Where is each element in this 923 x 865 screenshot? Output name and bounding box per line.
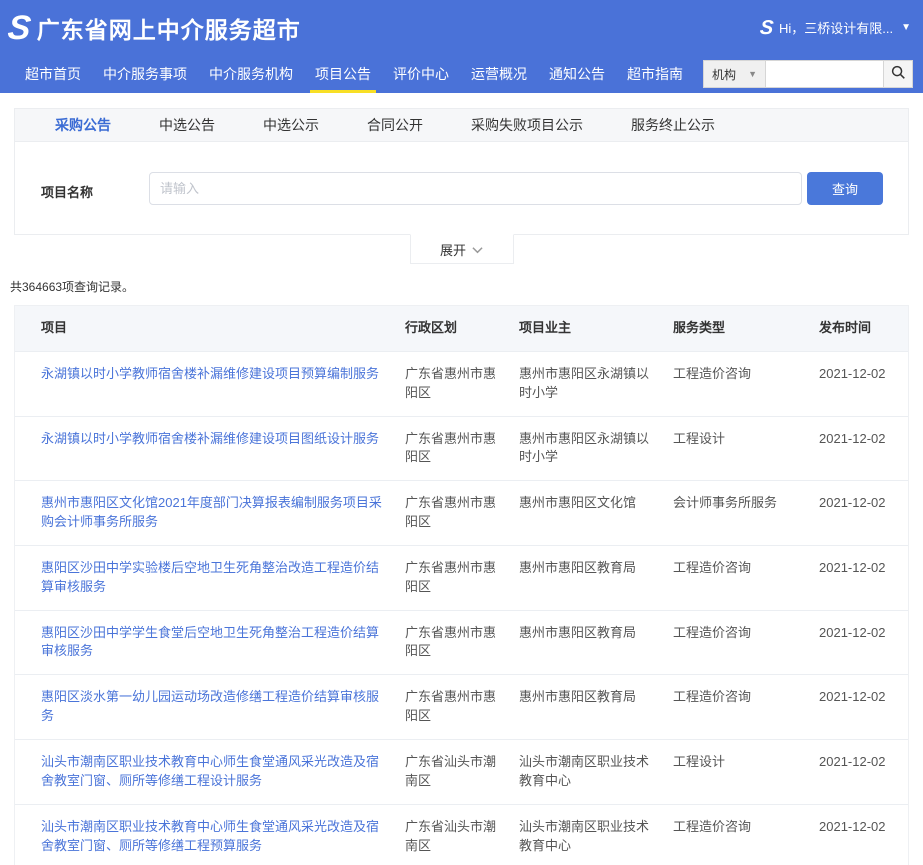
top-header: S 广东省网上中介服务超市 S Hi，三桥设计有限... ▼ [0, 0, 923, 55]
publish-date-cell: 2021-12-02 [819, 546, 908, 610]
publish-date-cell: 2021-12-02 [819, 675, 908, 739]
column-header-publish-date: 发布时间 [819, 306, 908, 351]
region-cell: 广东省汕头市潮南区 [405, 805, 519, 865]
nav-items: 超市首页 中介服务事项 中介服务机构 项目公告 评价中心 运营概况 通知公告 超… [14, 55, 800, 93]
nav-item-operations-overview[interactable]: 运营概况 [460, 55, 538, 93]
nav-item-notices[interactable]: 通知公告 [538, 55, 616, 93]
filter-panel: 采购公告 中选公告 中选公示 合同公开 采购失败项目公示 服务终止公示 项目名称… [14, 108, 909, 235]
owner-cell: 惠州市惠阳区教育局 [519, 546, 673, 610]
publish-date-cell: 2021-12-02 [819, 805, 908, 865]
owner-cell: 惠州市惠阳区永湖镇以时小学 [519, 417, 673, 481]
nav-item-evaluation-center[interactable]: 评价中心 [382, 55, 460, 93]
brand[interactable]: S 广东省网上中介服务超市 [8, 11, 301, 45]
service-type-cell: 工程造价咨询 [673, 675, 819, 739]
service-type-cell: 工程造价咨询 [673, 805, 819, 865]
chevron-down-icon [472, 242, 483, 257]
service-type-cell: 会计师事务所服务 [673, 481, 819, 545]
region-cell: 广东省惠州市惠阳区 [405, 611, 519, 675]
region-cell: 广东省惠州市惠阳区 [405, 675, 519, 739]
publish-date-cell: 2021-12-02 [819, 740, 908, 804]
project-name-input[interactable] [149, 172, 802, 205]
announcement-tabs: 采购公告 中选公告 中选公示 合同公开 采购失败项目公示 服务终止公示 [15, 109, 908, 142]
search-scope-value: 机构 [712, 66, 736, 83]
project-link[interactable]: 汕头市潮南区职业技术教育中心师生食堂通风采光改造及宿舍教室门窗、厕所等修缮工程预… [41, 819, 379, 853]
nav-item-project-announcements[interactable]: 项目公告 [304, 55, 382, 93]
nav-item-agencies[interactable]: 中介服务机构 [198, 55, 304, 93]
project-link[interactable]: 惠阳区沙田中学学生食堂后空地卫生死角整治工程造价结算审核服务 [41, 625, 379, 659]
select-caret-icon: ▼ [748, 69, 757, 79]
column-header-project: 项目 [41, 306, 405, 351]
region-cell: 广东省惠州市惠阳区 [405, 352, 519, 416]
page: S 广东省网上中介服务超市 S Hi，三桥设计有限... ▼ 超市首页 中介服务… [0, 0, 923, 865]
region-cell: 广东省惠州市惠阳区 [405, 481, 519, 545]
results-table: 项目 行政区划 项目业主 服务类型 发布时间 永湖镇以时小学教师宿舍楼补漏维修建… [14, 305, 909, 865]
table-row: 汕头市潮南区职业技术教育中心师生食堂通风采光改造及宿舍教室门窗、厕所等修缮工程预… [15, 804, 908, 865]
site-logo-icon: S [6, 11, 30, 45]
table-row: 惠阳区淡水第一幼儿园运动场改造修缮工程造价结算审核服务 广东省惠州市惠阳区 惠州… [15, 674, 908, 739]
service-type-cell: 工程造价咨询 [673, 352, 819, 416]
nav-item-home[interactable]: 超市首页 [14, 55, 92, 93]
tab-procurement-announcements[interactable]: 采购公告 [55, 115, 131, 135]
user-dropdown-caret-icon: ▼ [901, 22, 911, 33]
owner-cell: 汕头市潮南区职业技术教育中心 [519, 805, 673, 865]
table-row: 永湖镇以时小学教师宿舍楼补漏维修建设项目预算编制服务 广东省惠州市惠阳区 惠州市… [15, 351, 908, 416]
tab-contract-disclosure[interactable]: 合同公开 [367, 115, 443, 135]
result-count: 共364663项查询记录。 [10, 278, 923, 295]
header-search-button[interactable] [883, 60, 913, 88]
project-link[interactable]: 汕头市潮南区职业技术教育中心师生食堂通风采光改造及宿舍教室门窗、厕所等修缮工程设… [41, 754, 379, 788]
service-type-cell: 工程设计 [673, 417, 819, 481]
service-type-cell: 工程造价咨询 [673, 546, 819, 610]
tab-failed-procurement[interactable]: 采购失败项目公示 [471, 115, 603, 135]
search-form: 项目名称 查询 [15, 142, 908, 234]
publish-date-cell: 2021-12-02 [819, 481, 908, 545]
nav-item-service-items[interactable]: 中介服务事项 [92, 55, 198, 93]
table-body: 永湖镇以时小学教师宿舍楼补漏维修建设项目预算编制服务 广东省惠州市惠阳区 惠州市… [15, 351, 908, 865]
table-header-row: 项目 行政区划 项目业主 服务类型 发布时间 [15, 306, 908, 351]
header-search-input[interactable] [765, 60, 883, 88]
user-logo-icon: S [759, 18, 772, 38]
column-header-service-type: 服务类型 [673, 306, 819, 351]
tab-selection-announcements[interactable]: 中选公告 [159, 115, 235, 135]
nav-item-guide[interactable]: 超市指南 [616, 55, 694, 93]
project-link[interactable]: 惠州市惠阳区文化馆2021年度部门决算报表编制服务项目采购会计师事务所服务 [41, 495, 382, 529]
project-name-label: 项目名称 [41, 182, 93, 201]
owner-cell: 惠州市惠阳区永湖镇以时小学 [519, 352, 673, 416]
project-link[interactable]: 永湖镇以时小学教师宿舍楼补漏维修建设项目预算编制服务 [41, 366, 379, 381]
owner-cell: 汕头市潮南区职业技术教育中心 [519, 740, 673, 804]
region-cell: 广东省惠州市惠阳区 [405, 546, 519, 610]
publish-date-cell: 2021-12-02 [819, 417, 908, 481]
owner-cell: 惠州市惠阳区文化馆 [519, 481, 673, 545]
site-title: 广东省网上中介服务超市 [37, 11, 301, 45]
search-icon [891, 65, 906, 83]
query-button[interactable]: 查询 [807, 172, 883, 205]
table-row: 惠州市惠阳区文化馆2021年度部门决算报表编制服务项目采购会计师事务所服务 广东… [15, 480, 908, 545]
publish-date-cell: 2021-12-02 [819, 611, 908, 675]
search-scope-select[interactable]: 机构 ▼ [703, 60, 765, 88]
table-row: 永湖镇以时小学教师宿舍楼补漏维修建设项目图纸设计服务 广东省惠州市惠阳区 惠州市… [15, 416, 908, 481]
expand-label: 展开 [440, 240, 466, 259]
project-link[interactable]: 永湖镇以时小学教师宿舍楼补漏维修建设项目图纸设计服务 [41, 431, 379, 446]
owner-cell: 惠州市惠阳区教育局 [519, 675, 673, 739]
tab-service-termination[interactable]: 服务终止公示 [631, 115, 735, 135]
region-cell: 广东省汕头市潮南区 [405, 740, 519, 804]
table-row: 汕头市潮南区职业技术教育中心师生食堂通风采光改造及宿舍教室门窗、厕所等修缮工程设… [15, 739, 908, 804]
header-search-group: 机构 ▼ [703, 60, 913, 88]
region-cell: 广东省惠州市惠阳区 [405, 417, 519, 481]
column-header-owner: 项目业主 [519, 306, 673, 351]
service-type-cell: 工程造价咨询 [673, 611, 819, 675]
project-link[interactable]: 惠阳区淡水第一幼儿园运动场改造修缮工程造价结算审核服务 [41, 689, 379, 723]
expand-toggle[interactable]: 展开 [410, 234, 514, 264]
publish-date-cell: 2021-12-02 [819, 352, 908, 416]
user-menu[interactable]: S Hi，三桥设计有限... ▼ [760, 18, 911, 38]
column-header-region: 行政区划 [405, 306, 519, 351]
owner-cell: 惠州市惠阳区教育局 [519, 611, 673, 675]
project-link[interactable]: 惠阳区沙田中学实验楼后空地卫生死角整治改造工程造价结算审核服务 [41, 560, 379, 594]
service-type-cell: 工程设计 [673, 740, 819, 804]
user-greeting: Hi，三桥设计有限... [779, 18, 893, 37]
table-row: 惠阳区沙田中学实验楼后空地卫生死角整治改造工程造价结算审核服务 广东省惠州市惠阳… [15, 545, 908, 610]
table-row: 惠阳区沙田中学学生食堂后空地卫生死角整治工程造价结算审核服务 广东省惠州市惠阳区… [15, 610, 908, 675]
main-nav: 超市首页 中介服务事项 中介服务机构 项目公告 评价中心 运营概况 通知公告 超… [0, 55, 923, 93]
tab-selection-publicity[interactable]: 中选公示 [263, 115, 339, 135]
